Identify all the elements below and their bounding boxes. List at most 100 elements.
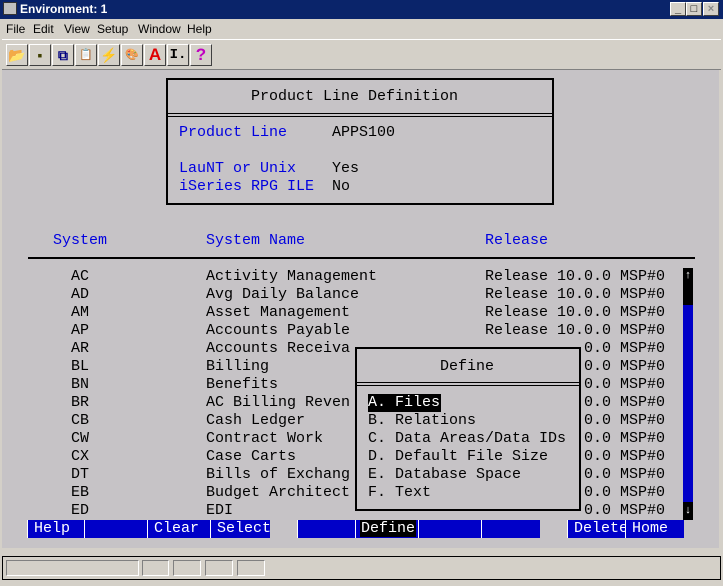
palette-icon[interactable]: 🎨 — [121, 44, 143, 66]
system-name: Accounts Payable — [206, 322, 351, 339]
status-panel — [205, 560, 233, 576]
divider — [357, 382, 579, 386]
system-name: Contract Work — [206, 430, 324, 447]
function-key-blank[interactable] — [84, 520, 147, 538]
system-name: Billing — [206, 358, 270, 375]
system-code[interactable]: AR — [71, 340, 89, 358]
system-code[interactable]: AC — [71, 268, 89, 286]
release: 0.0 MSP#0 — [583, 376, 665, 393]
function-key-blank[interactable] — [481, 520, 540, 538]
define-popup-title: Define — [440, 358, 495, 375]
system-name: Bills of Exchang — [206, 466, 351, 483]
function-key-blank[interactable] — [418, 520, 481, 538]
scroll-down-arrow-icon[interactable]: ↓ — [683, 502, 693, 520]
release: 0.0 MSP#0 — [583, 430, 665, 447]
system-code[interactable]: AP — [71, 322, 89, 340]
iseries-rpg-value: No — [332, 178, 351, 195]
define-menu-item[interactable]: C. Data Areas/Data IDs — [368, 430, 567, 448]
define-menu-item[interactable]: B. Relations — [368, 412, 477, 430]
header-system-name: System Name — [206, 232, 306, 249]
define-menu-item[interactable]: D. Default File Size — [368, 448, 549, 466]
minimize-button[interactable]: _ — [670, 2, 686, 16]
system-code[interactable]: AD — [71, 286, 89, 304]
system-code[interactable]: ED — [71, 502, 89, 520]
menu-bar: File Edit View Setup Window Help — [0, 19, 723, 38]
system-code[interactable]: CX — [71, 448, 89, 466]
system-name: AC Billing Reven — [206, 394, 351, 411]
define-key-label: Define — [360, 520, 417, 537]
header-divider — [28, 257, 695, 259]
system-code[interactable]: EB — [71, 484, 89, 502]
release: 0.0 MSP#0 — [583, 358, 665, 375]
function-key-clear[interactable]: Clear — [147, 520, 210, 538]
release: Release 10.0.0 MSP#0 — [484, 304, 665, 321]
system-name: Activity Management — [206, 268, 378, 285]
product-line-label: Product Line — [179, 124, 288, 141]
system-name: Benefits — [206, 376, 279, 393]
menu-help[interactable]: Help — [187, 22, 212, 36]
function-key-home[interactable]: Home — [625, 520, 684, 538]
system-code[interactable]: AM — [71, 304, 89, 322]
define-menu-item[interactable]: A. Files — [368, 394, 442, 412]
divider — [168, 113, 552, 117]
menu-setup[interactable]: Setup — [97, 22, 128, 36]
system-code[interactable]: CB — [71, 412, 89, 430]
product-box-title: Product Line Definition — [251, 88, 459, 105]
system-name: Case Carts — [206, 448, 297, 465]
cursor-icon[interactable]: I. — [167, 44, 189, 66]
system-name: Asset Management — [206, 304, 351, 321]
system-name: Budget Architect — [206, 484, 351, 501]
system-code[interactable]: BL — [71, 358, 89, 376]
help-icon[interactable]: ? — [190, 44, 212, 66]
release: 0.0 MSP#0 — [583, 394, 665, 411]
window-title: Environment: 1 — [20, 2, 108, 16]
release: 0.0 MSP#0 — [583, 340, 665, 357]
function-key-delete[interactable]: Delete — [567, 520, 628, 538]
status-panel — [6, 560, 139, 576]
release: 0.0 MSP#0 — [583, 502, 665, 519]
menu-window[interactable]: Window — [138, 22, 181, 36]
maximize-button[interactable]: □ — [686, 2, 702, 16]
function-key-define[interactable]: Define — [355, 520, 418, 538]
close-button: × — [703, 2, 719, 16]
scroll-up-arrow-icon[interactable]: ↑ — [683, 268, 693, 305]
product-line-value[interactable]: APPS100 — [332, 124, 395, 142]
menu-view[interactable]: View — [64, 22, 90, 36]
status-panel — [173, 560, 201, 576]
header-release: Release — [485, 232, 549, 249]
paste-icon[interactable]: 📋 — [75, 44, 97, 66]
iseries-rpg-label: iSeries RPG ILE — [179, 178, 315, 195]
macro-icon[interactable]: ⚡ — [98, 44, 120, 66]
define-menu-item[interactable]: E. Database Space — [368, 466, 522, 484]
define-menu-item[interactable]: F. Text — [368, 484, 432, 502]
release: Release 10.0.0 MSP#0 — [484, 268, 665, 285]
status-panel — [142, 560, 169, 576]
open-folder-icon[interactable]: 📂 — [6, 44, 28, 66]
release: 0.0 MSP#0 — [583, 484, 665, 501]
system-name: Accounts Receiva — [206, 340, 351, 357]
system-name: EDI — [206, 502, 234, 519]
launt-unix-value: Yes — [332, 160, 360, 177]
scrollbar[interactable]: ↑ ↓ — [683, 268, 693, 520]
release: 0.0 MSP#0 — [583, 448, 665, 465]
save-disk-icon[interactable]: ▪ — [29, 44, 51, 66]
status-panel — [237, 560, 265, 576]
function-key-help[interactable]: Help — [27, 520, 84, 538]
font-icon[interactable]: A — [144, 44, 166, 66]
function-key-select[interactable]: Select — [210, 520, 271, 538]
menu-edit[interactable]: Edit — [33, 22, 54, 36]
system-name: Cash Ledger — [206, 412, 306, 429]
system-code[interactable]: BR — [71, 394, 89, 412]
function-key-blank[interactable] — [297, 520, 355, 538]
menu-file[interactable]: File — [6, 22, 25, 36]
release: Release 10.0.0 MSP#0 — [484, 322, 665, 339]
release: Release 10.0.0 MSP#0 — [484, 286, 665, 303]
terminal-app-icon — [3, 2, 17, 15]
release: 0.0 MSP#0 — [583, 412, 665, 429]
launt-unix-label: LauNT or Unix — [179, 160, 297, 177]
system-code[interactable]: DT — [71, 466, 89, 484]
title-bar: Environment: 1 _ □ × — [0, 0, 723, 19]
copy-icon[interactable]: ⧉ — [52, 44, 74, 66]
system-code[interactable]: CW — [71, 430, 89, 448]
system-code[interactable]: BN — [71, 376, 89, 394]
